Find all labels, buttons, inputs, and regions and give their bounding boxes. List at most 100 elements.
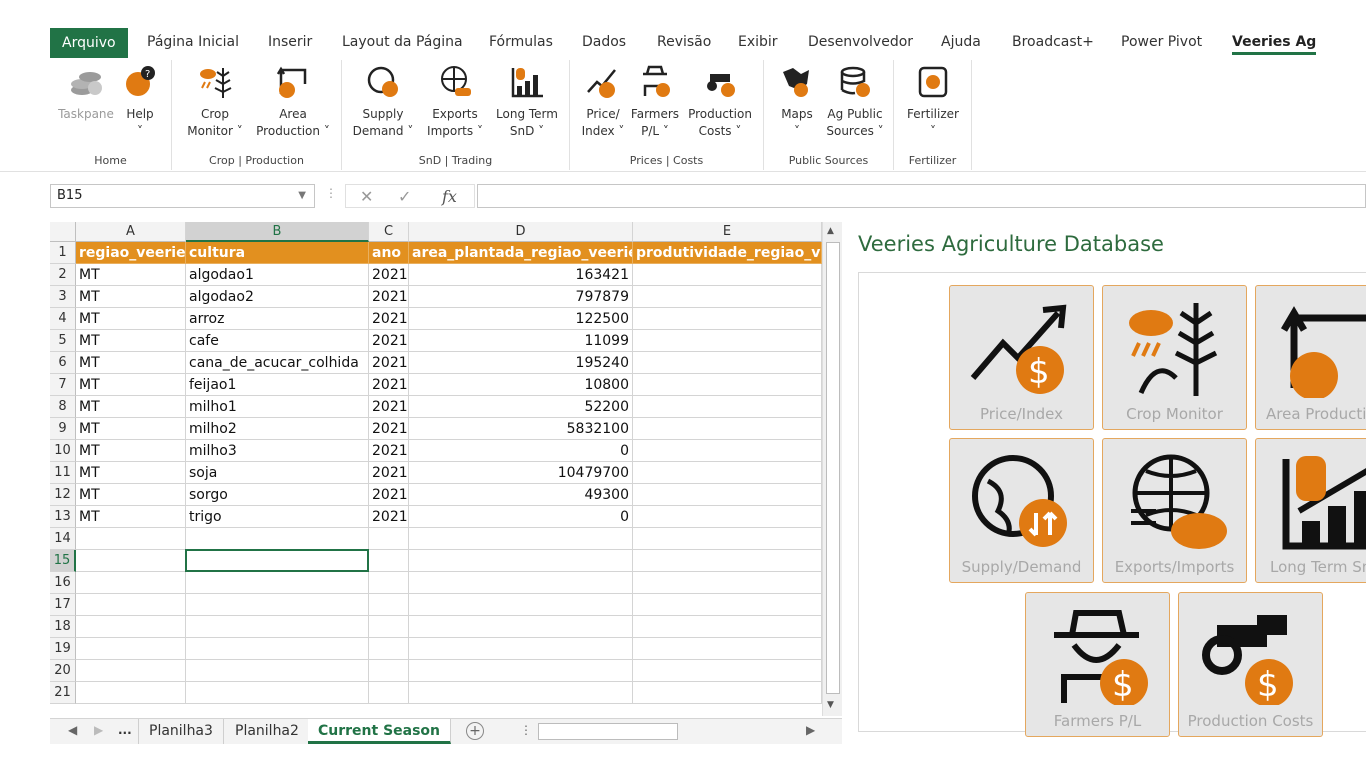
table-cell[interactable] [633,462,822,484]
row-header[interactable]: 3 [50,286,76,308]
tile-area-production[interactable]: Area Producti [1255,285,1366,430]
row-header[interactable]: 16 [50,572,76,594]
table-cell[interactable] [633,484,822,506]
tab-inserir[interactable]: Inserir [268,26,312,58]
table-cell[interactable] [633,572,822,594]
table-cell[interactable] [633,374,822,396]
table-cell[interactable]: MT [76,308,186,330]
scroll-right-icon[interactable]: ▶ [806,723,815,737]
table-cell[interactable]: feijao1 [186,374,369,396]
table-cell[interactable] [633,660,822,682]
row-header[interactable]: 6 [50,352,76,374]
table-cell[interactable] [186,660,369,682]
row-header[interactable]: 19 [50,638,76,660]
scroll-down-icon[interactable]: ▼ [827,700,834,710]
tile-farmers-pl[interactable]: $ Farmers P/L [1025,592,1170,737]
table-cell[interactable] [633,286,822,308]
tile-long-term-snd[interactable]: Long Term Sn [1255,438,1366,583]
row-header[interactable]: 4 [50,308,76,330]
table-cell[interactable]: MT [76,286,186,308]
prev-sheet-icon[interactable]: ◀ [68,723,77,737]
table-cell[interactable]: 2021 [369,308,409,330]
table-cell[interactable] [633,418,822,440]
row-header[interactable]: 11 [50,462,76,484]
name-box[interactable]: B15 ▼ [50,184,315,208]
table-cell[interactable] [409,638,633,660]
table-cell[interactable]: 2021 [369,462,409,484]
table-cell[interactable]: 10479700 [409,462,633,484]
column-header[interactable]: C [369,222,409,242]
table-cell[interactable] [409,550,633,572]
area-production-button[interactable]: Area Production ˅ [252,64,334,140]
table-cell[interactable]: MT [76,330,186,352]
ag-public-sources-button[interactable]: Ag Public Sources ˅ [822,64,888,140]
table-cell[interactable]: milho1 [186,396,369,418]
row-header[interactable]: 5 [50,330,76,352]
tile-production-costs[interactable]: $ Production Costs [1178,592,1323,737]
tab-arquivo[interactable]: Arquivo [50,28,128,58]
header-cell[interactable]: area_plantada_regiao_veeries [409,242,633,264]
table-cell[interactable]: 49300 [409,484,633,506]
table-cell[interactable] [409,528,633,550]
table-cell[interactable]: 52200 [409,396,633,418]
header-cell[interactable]: regiao_veeries [76,242,186,264]
maps-button[interactable]: Maps ˅ [774,64,820,140]
help-button[interactable]: ? Help ˅ [120,64,160,140]
active-cell[interactable] [185,549,369,572]
crop-monitor-button[interactable]: Crop Monitor ˅ [182,64,248,140]
table-cell[interactable] [633,528,822,550]
table-cell[interactable] [409,572,633,594]
table-cell[interactable]: 2021 [369,484,409,506]
table-cell[interactable]: 2021 [369,352,409,374]
table-cell[interactable] [186,594,369,616]
table-cell[interactable]: 5832100 [409,418,633,440]
row-header[interactable]: 18 [50,616,76,638]
table-cell[interactable]: 2021 [369,330,409,352]
tile-supply-demand[interactable]: Supply/Demand [949,438,1094,583]
table-cell[interactable] [409,682,633,704]
tab-layout[interactable]: Layout da Página [342,26,463,58]
price-index-button[interactable]: Price/ Index ˅ [578,64,628,140]
scroll-thumb[interactable] [826,242,840,694]
table-cell[interactable] [76,638,186,660]
supply-demand-button[interactable]: Supply Demand ˅ [352,64,414,140]
table-cell[interactable] [76,572,186,594]
table-cell[interactable] [633,308,822,330]
table-cell[interactable] [633,638,822,660]
table-cell[interactable] [409,594,633,616]
cancel-icon[interactable]: ✕ [360,187,373,206]
table-cell[interactable]: MT [76,374,186,396]
row-header[interactable]: 7 [50,374,76,396]
table-cell[interactable] [409,660,633,682]
exports-imports-button[interactable]: Exports Imports ˅ [422,64,488,140]
table-cell[interactable]: trigo [186,506,369,528]
row-header[interactable]: 20 [50,660,76,682]
sheet-tab-planilha2[interactable]: Planilha2 [225,719,310,744]
table-cell[interactable] [633,352,822,374]
scroll-up-icon[interactable]: ▲ [827,226,834,236]
row-header[interactable]: 21 [50,682,76,704]
tab-veeries-ag[interactable]: Veeries Ag [1232,26,1317,58]
production-costs-button[interactable]: Production Costs ˅ [682,64,758,140]
next-sheet-icon[interactable]: ▶ [94,723,103,737]
table-cell[interactable] [633,616,822,638]
table-cell[interactable]: MT [76,440,186,462]
row-header[interactable]: 13 [50,506,76,528]
table-cell[interactable]: milho3 [186,440,369,462]
table-cell[interactable]: 0 [409,506,633,528]
tile-price-index[interactable]: $ Price/Index [949,285,1094,430]
table-cell[interactable] [633,594,822,616]
table-cell[interactable] [186,572,369,594]
tab-desenvolvedor[interactable]: Desenvolvedor [808,26,913,58]
insert-function-icon[interactable]: fx [442,187,457,206]
table-cell[interactable] [76,660,186,682]
select-all-corner[interactable] [50,222,76,242]
tile-exports-imports[interactable]: Exports/Imports [1102,438,1247,583]
column-header[interactable]: B [186,222,369,242]
table-cell[interactable] [633,330,822,352]
sheet-tab-planilha3[interactable]: Planilha3 [138,719,224,744]
table-cell[interactable]: 163421 [409,264,633,286]
row-header[interactable]: 1 [50,242,76,264]
row-header[interactable]: 10 [50,440,76,462]
table-cell[interactable]: 2021 [369,396,409,418]
